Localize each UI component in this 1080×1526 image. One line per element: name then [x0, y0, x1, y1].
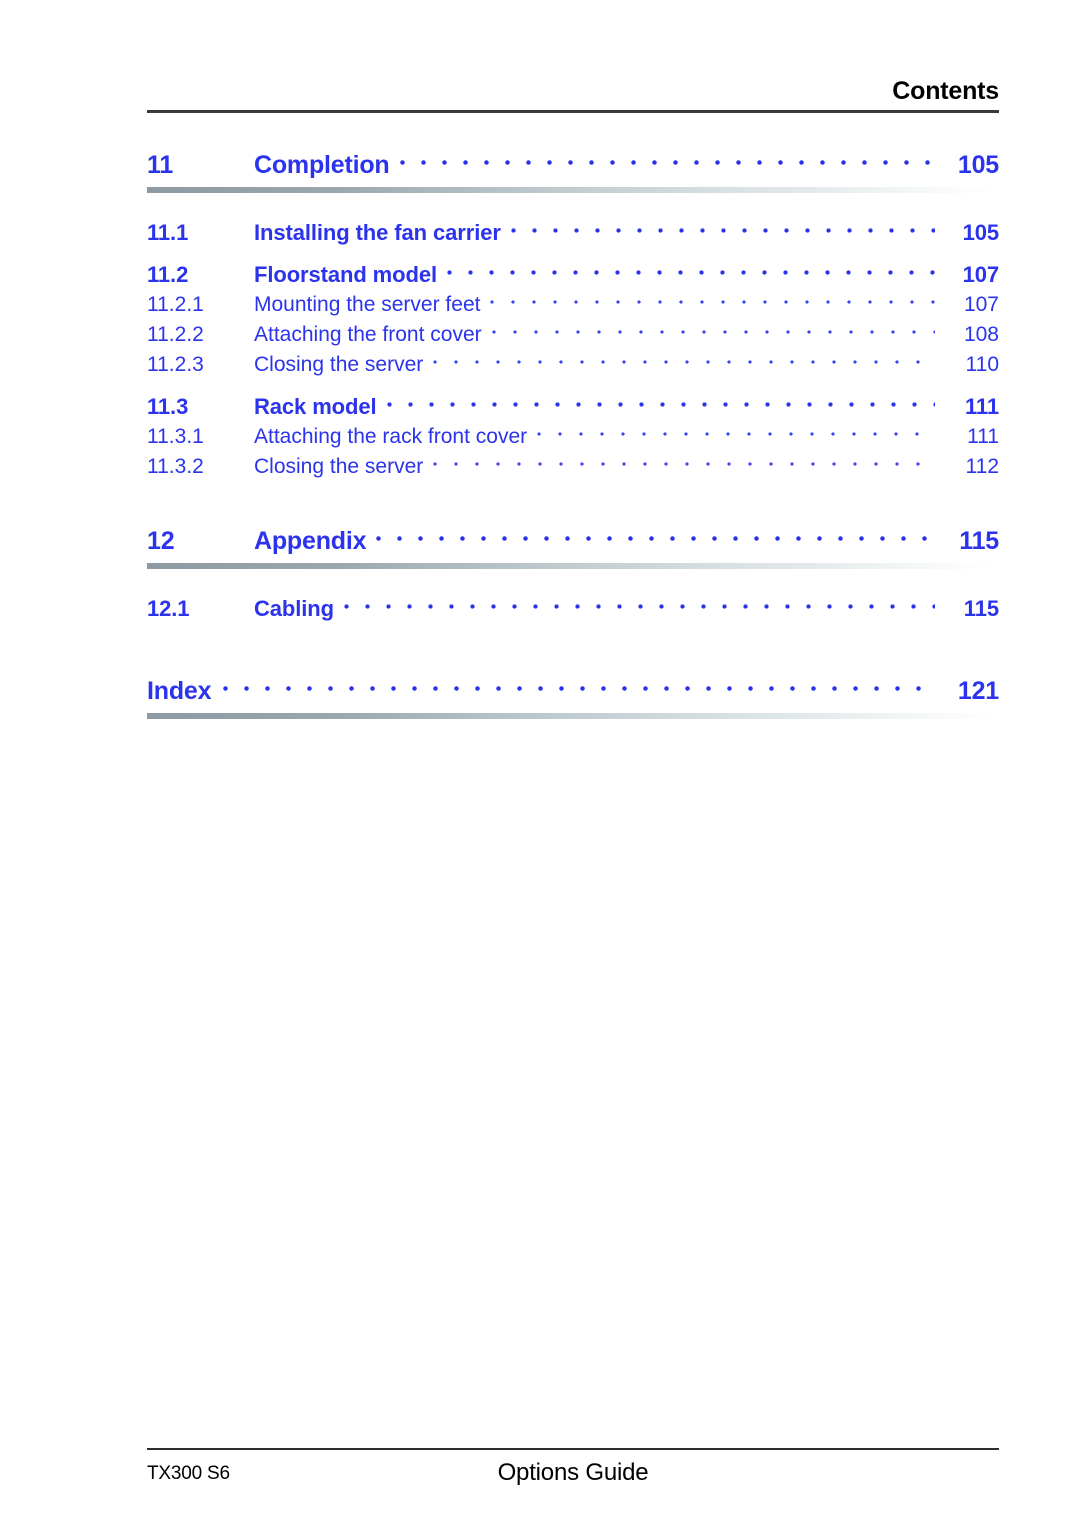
page-title: Contents — [892, 77, 999, 105]
toc-entry-title: Attaching the front cover — [254, 323, 482, 346]
toc-entry[interactable]: 11.2.2 Attaching the front cover 108 — [147, 320, 999, 350]
toc-entry-number: 11.3 — [147, 394, 189, 419]
toc-spacer — [147, 248, 999, 260]
toc-dot-leader — [344, 594, 935, 616]
toc-entry-page-number: 115 — [959, 527, 999, 555]
toc-entry-title: Completion — [254, 151, 390, 179]
toc-entry-page-number: 105 — [957, 151, 999, 179]
toc-entry-number: 11.1 — [147, 220, 189, 245]
footer-document-name: Options Guide — [497, 1459, 649, 1486]
toc-entry-number: 11.2.1 — [147, 293, 204, 316]
toc-entry-number: 11.3.2 — [147, 455, 204, 478]
section-gradient-divider — [147, 713, 999, 719]
toc-dot-leader — [433, 350, 935, 371]
toc-entry-title: Index — [147, 677, 212, 705]
footer-divider — [147, 1448, 999, 1450]
toc-entry-page-number: 107 — [962, 262, 1000, 287]
toc-entry-page-number: 121 — [957, 677, 999, 705]
toc-dot-leader — [433, 452, 935, 473]
toc-dot-leader — [490, 290, 935, 311]
toc-entry-number: 11.2.2 — [147, 323, 204, 346]
toc-entry-page-number: 108 — [963, 323, 999, 346]
toc-entry-number: 12.1 — [147, 596, 190, 621]
toc-spacer — [147, 198, 999, 218]
toc-entry-page-number: 110 — [965, 353, 999, 376]
toc-entry-title: Installing the fan carrier — [254, 220, 501, 245]
toc-entry[interactable]: 11.2 Floorstand model 107 — [147, 260, 999, 290]
section-gradient-divider — [147, 187, 999, 193]
toc-entry[interactable]: 11.3 Rack model 111 — [147, 392, 999, 422]
toc-dot-leader — [492, 320, 935, 341]
toc-dot-leader — [376, 524, 935, 549]
toc-entry-number: 11.3.1 — [147, 425, 204, 448]
document-page: Contents 11 Completion 105 11.1 Installing t… — [0, 0, 1080, 1526]
toc-entry-title: Closing the server — [254, 455, 424, 478]
toc-entry-title: Cabling — [254, 596, 334, 621]
toc-dot-leader — [387, 392, 936, 414]
toc-entry-page-number: 115 — [963, 596, 999, 621]
toc-dot-leader — [223, 674, 935, 699]
toc-entry[interactable]: 11 Completion 105 — [147, 148, 999, 182]
toc-entry-title: Appendix — [254, 527, 367, 555]
toc-entry-number: 11.2.3 — [147, 353, 204, 376]
toc-entry-page-number: 112 — [965, 455, 999, 478]
table-of-contents: 11 Completion 105 11.1 Installing the fan ca… — [147, 148, 999, 724]
toc-spacer — [147, 482, 999, 524]
toc-entry-number: 12 — [147, 527, 175, 555]
toc-entry-page-number: 105 — [962, 220, 1000, 245]
toc-spacer — [147, 380, 999, 392]
toc-dot-leader — [537, 422, 935, 443]
toc-entry-title: Rack model — [254, 394, 377, 419]
toc-dot-leader — [400, 148, 936, 173]
toc-entry[interactable]: Index 121 — [147, 674, 999, 708]
page-header: Contents — [147, 76, 999, 113]
toc-entry-title: Mounting the server feet — [254, 293, 481, 316]
section-gradient-divider — [147, 563, 999, 569]
toc-entry-page-number: 111 — [965, 394, 999, 419]
toc-entry-page-number: 111 — [967, 425, 999, 448]
toc-dot-leader — [447, 260, 935, 282]
toc-entry-title: Attaching the rack front cover — [254, 425, 528, 448]
toc-entry[interactable]: 11.3.2 Closing the server 112 — [147, 452, 999, 482]
toc-entry[interactable]: 11.2.3 Closing the server 110 — [147, 350, 999, 380]
header-divider — [147, 110, 999, 113]
toc-entry[interactable]: 11.3.1 Attaching the rack front cover 111 — [147, 422, 999, 452]
toc-entry-title: Floorstand model — [254, 262, 437, 287]
toc-entry[interactable]: 11.1 Installing the fan carrier 105 — [147, 218, 999, 248]
toc-entry-number: 11.2 — [147, 262, 189, 287]
toc-entry-number: 11 — [147, 151, 174, 179]
toc-entry[interactable]: 12 Appendix 115 — [147, 524, 999, 558]
toc-entry-page-number: 107 — [963, 293, 999, 316]
toc-spacer — [147, 624, 999, 674]
page-footer: TX300 S6 Options Guide — [147, 1448, 999, 1499]
toc-dot-leader — [511, 218, 935, 240]
toc-entry[interactable]: 12.1 Cabling 115 — [147, 594, 999, 624]
toc-entry[interactable]: 11.2.1 Mounting the server feet 107 — [147, 290, 999, 320]
toc-entry-title: Closing the server — [254, 353, 424, 376]
toc-spacer — [147, 574, 999, 594]
